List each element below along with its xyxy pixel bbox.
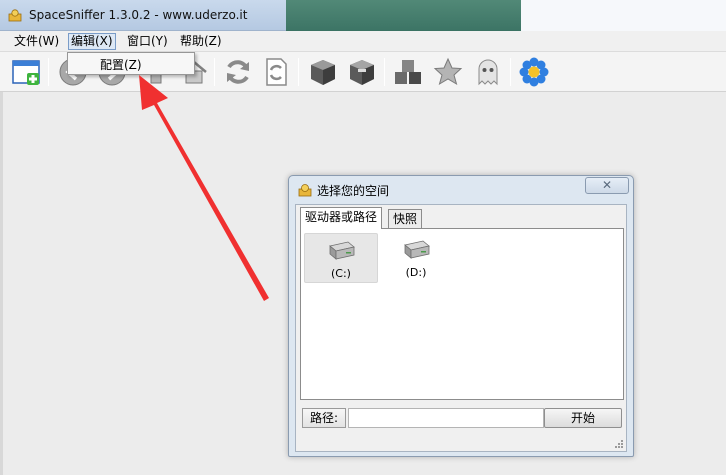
drive-list: (C:) (D:) [300,228,624,400]
resize-grip-icon[interactable] [614,439,624,449]
close-icon: ✕ [601,178,613,192]
start-button[interactable]: 开始 [544,408,622,428]
cubes-icon[interactable] [392,56,424,88]
drive-label: (D:) [405,266,427,279]
drive-item-d[interactable]: (D:) [379,233,453,283]
menu-item-config[interactable]: 配置(Z) [100,56,142,73]
cube-filter-icon[interactable] [346,56,378,88]
left-border [0,92,3,475]
tab-snapshot[interactable]: 快照 [388,209,423,229]
select-space-dialog: 选择您的空间 ✕ 驱动器或路径 快照 (C:) (D:) 路径: 开始 [288,175,634,457]
menu-help[interactable]: 帮助(Z) [178,33,224,50]
edit-menu-dropdown: 配置(Z) [67,52,195,75]
tab-drives-or-path[interactable]: 驱动器或路径 [300,207,383,229]
dialog-body: 驱动器或路径 快照 (C:) (D:) 路径: 开始 [295,204,627,452]
refresh-icon[interactable] [222,56,254,88]
menu-window[interactable]: 窗口(Y) [125,33,170,50]
dialog-title: 选择您的空间 [317,184,390,198]
menu-edit[interactable]: 编辑(X) [68,33,116,50]
flower-icon[interactable] [518,56,550,88]
title-bar: SpaceSniffer 1.3.0.2 - www.uderzo.it [0,0,726,31]
drive-label: (C:) [331,267,351,280]
drive-item-c[interactable]: (C:) [304,233,378,283]
background-window-strip [286,0,521,31]
close-button[interactable]: ✕ [585,177,629,194]
hard-drive-icon [329,241,355,260]
app-icon [8,9,22,22]
window-title: SpaceSniffer 1.3.0.2 - www.uderzo.it [29,8,248,22]
menu-bar: 文件(W) 编辑(X) 窗口(Y) 帮助(Z) [0,31,726,52]
new-window-icon[interactable] [10,56,42,88]
refresh-document-icon[interactable] [260,56,292,88]
title-bar-right-area [521,0,726,31]
star-icon[interactable] [432,56,464,88]
path-label: 路径: [302,408,346,428]
ghost-icon[interactable] [472,56,504,88]
hard-drive-icon [404,240,430,259]
app-icon [298,184,312,197]
cube-icon[interactable] [307,56,339,88]
menu-file[interactable]: 文件(W) [12,33,61,50]
path-input[interactable] [348,408,544,428]
